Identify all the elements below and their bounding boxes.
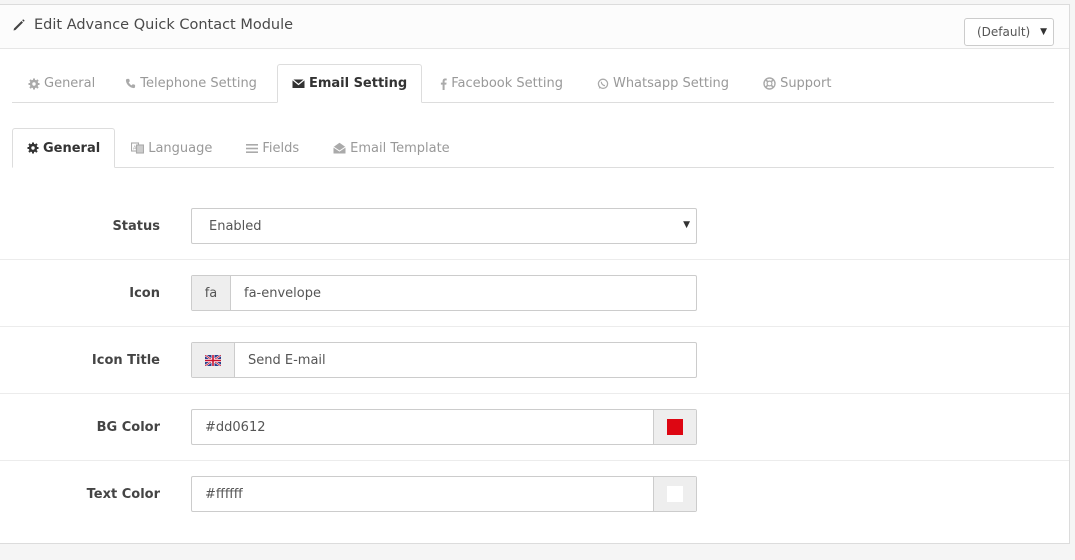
module-panel: Edit Advance Quick Contact Module (Defau… [0, 4, 1070, 544]
phone-icon [125, 78, 136, 89]
caret-down-icon: ▼ [683, 220, 690, 230]
tab-email-setting[interactable]: Email Setting [276, 64, 423, 103]
uk-flag-icon [192, 343, 235, 377]
text-color-input[interactable]: #ffffff [192, 477, 653, 511]
icon-prefix-addon: fa [192, 276, 231, 310]
tab-facebook-setting[interactable]: Facebook Setting [426, 64, 577, 103]
whatsapp-icon [597, 78, 609, 90]
status-label: Status [112, 218, 160, 234]
subtab-fields[interactable]: Fields [232, 128, 313, 168]
gear-icon [27, 142, 39, 154]
store-select-value: (Default) [977, 25, 1031, 39]
envelope-open-icon [333, 142, 346, 154]
status-select-value: Enabled [209, 218, 262, 234]
tab-telephone-setting[interactable]: Telephone Setting [111, 64, 271, 103]
svg-text:A: A [133, 145, 137, 151]
tab-support[interactable]: Support [749, 64, 845, 103]
lifebuoy-icon [763, 77, 776, 90]
icon-label: Icon [129, 285, 160, 301]
envelope-icon [292, 78, 305, 89]
text-color-picker-button[interactable] [653, 477, 696, 511]
subtab-language[interactable]: A Language [117, 128, 226, 168]
icon-input[interactable]: fa-envelope [231, 276, 696, 310]
form-row-icon-title: Icon Title Send E-mail [0, 327, 1069, 394]
page-title: Edit Advance Quick Contact Module [12, 17, 293, 33]
bg-color-input-group: #dd0612 [191, 409, 697, 445]
bg-color-input[interactable]: #dd0612 [192, 410, 653, 444]
list-icon [246, 143, 259, 154]
form-row-text-color: Text Color #ffffff [0, 461, 1069, 528]
text-color-input-group: #ffffff [191, 476, 697, 512]
icon-title-input[interactable]: Send E-mail [235, 343, 696, 377]
facebook-icon [440, 78, 447, 90]
form-row-status: Status Enabled ▼ [0, 193, 1069, 260]
bg-color-label: BG Color [96, 419, 160, 435]
icon-title-input-group: Send E-mail [191, 342, 697, 378]
icon-input-group: fa fa-envelope [191, 275, 697, 311]
gear-icon [28, 78, 40, 90]
bg-color-swatch [667, 419, 683, 435]
bg-color-picker-button[interactable] [653, 410, 696, 444]
caret-down-icon: ▼ [1040, 27, 1047, 37]
tab-whatsapp-setting[interactable]: Whatsapp Setting [583, 64, 743, 103]
text-color-swatch [667, 486, 683, 502]
panel-heading: Edit Advance Quick Contact Module (Defau… [0, 5, 1069, 49]
language-icon: A [131, 142, 145, 154]
sub-tabs: General A Language Fields Email Template [12, 128, 464, 168]
tab-general[interactable]: General [14, 64, 109, 103]
form-row-bg-color: BG Color #dd0612 [0, 394, 1069, 461]
subtab-email-template[interactable]: Email Template [319, 128, 464, 168]
status-select[interactable]: Enabled ▼ [191, 208, 697, 244]
text-color-label: Text Color [86, 487, 160, 502]
form-row-icon: Icon fa fa-envelope [0, 260, 1069, 327]
store-select[interactable]: (Default) ▼ [964, 18, 1054, 46]
pencil-icon [12, 18, 26, 32]
main-tabs: General Telephone Setting Email Setting … [14, 64, 845, 103]
page-title-text: Edit Advance Quick Contact Module [34, 17, 294, 33]
icon-title-label: Icon Title [91, 352, 160, 368]
subtab-general[interactable]: General [12, 128, 116, 168]
